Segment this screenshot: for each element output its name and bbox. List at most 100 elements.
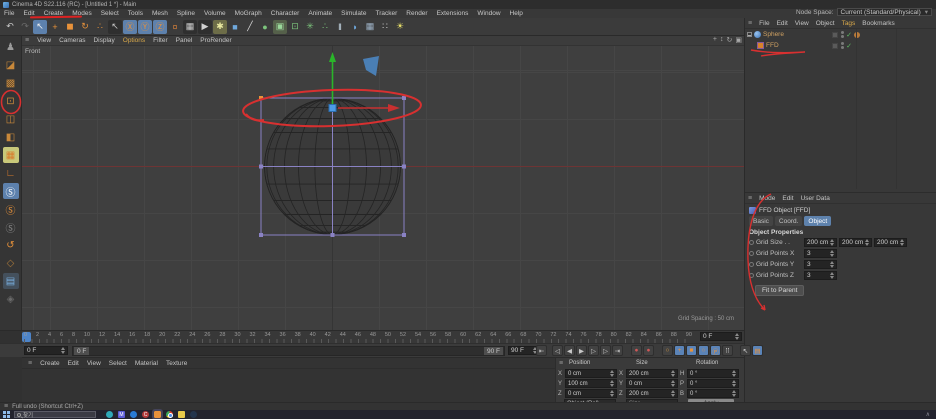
- rotation-h-field[interactable]: 0 °: [687, 369, 739, 378]
- symmetry-icon[interactable]: ‖: [333, 20, 347, 34]
- spinner[interactable]: [829, 272, 834, 279]
- attribute-menu-item[interactable]: User Data: [801, 195, 830, 202]
- viewport-menu-item[interactable]: Filter: [153, 37, 167, 44]
- object-name[interactable]: Sphere: [763, 31, 784, 38]
- magnet-icon[interactable]: ↺: [3, 237, 19, 253]
- viewport-menu-item[interactable]: ProRender: [200, 37, 231, 44]
- mesh-check-icon[interactable]: ◇: [3, 255, 19, 271]
- rotation-b-field[interactable]: 0 °: [687, 389, 739, 398]
- viewport-menu-item[interactable]: View: [37, 37, 51, 44]
- array-grid-icon[interactable]: ▦: [363, 20, 377, 34]
- keyframe-dot-icon[interactable]: [749, 262, 754, 267]
- object-name[interactable]: FFD: [766, 42, 779, 49]
- taskbar-app-cinema4d-icon[interactable]: [152, 409, 163, 419]
- spinner[interactable]: [864, 239, 869, 246]
- menu-item[interactable]: Spline: [177, 10, 195, 17]
- menu-item[interactable]: Window: [477, 10, 500, 17]
- model-mode-icon[interactable]: ◪: [3, 57, 19, 73]
- timeline-end-field[interactable]: 0 F: [700, 332, 742, 341]
- z-axis-lock-icon[interactable]: Ⓩ: [153, 19, 167, 34]
- scale-tool-icon[interactable]: ◼: [63, 20, 77, 34]
- size-x-field[interactable]: 200 cm: [626, 369, 678, 378]
- taskbar-tray[interactable]: ∧: [926, 411, 930, 418]
- taskbar-app-explorer-icon[interactable]: [178, 411, 185, 418]
- light-icon[interactable]: ☀: [393, 20, 407, 34]
- material-menu-item[interactable]: Texture: [166, 360, 187, 367]
- spinner[interactable]: [899, 239, 904, 246]
- primitive-cube-icon[interactable]: ■: [228, 20, 242, 34]
- menu-item[interactable]: Character: [271, 10, 300, 17]
- grid-size-z-field[interactable]: 200 cm: [874, 238, 907, 247]
- menu-item[interactable]: Help: [510, 10, 523, 17]
- attribute-menu-icon[interactable]: ≡: [748, 195, 752, 202]
- last-tool-icon[interactable]: ↖: [108, 19, 122, 34]
- undo-icon[interactable]: ↶: [3, 20, 17, 34]
- object-manager-menu-item[interactable]: View: [795, 20, 809, 27]
- collapse-icon[interactable]: [747, 32, 752, 37]
- keyframe-dot-icon[interactable]: [749, 240, 754, 245]
- taskbar-app-blue-icon[interactable]: [130, 411, 137, 418]
- menu-item[interactable]: Mesh: [152, 10, 168, 17]
- keyframe-dot-icon[interactable]: [749, 273, 754, 278]
- snap-icon[interactable]: Ⓢ: [2, 183, 19, 199]
- menu-item[interactable]: Animate: [308, 10, 332, 17]
- key-scale-button[interactable]: ■: [686, 345, 697, 356]
- redo-icon[interactable]: ↷: [18, 20, 32, 34]
- workplane-icon[interactable]: ∟: [3, 165, 19, 181]
- object-manager-menu-item[interactable]: Bookmarks: [862, 20, 895, 27]
- autokey-button[interactable]: ●: [643, 345, 654, 356]
- goto-start-button[interactable]: ⇤: [536, 345, 547, 356]
- viewport-menu-item[interactable]: Panel: [176, 37, 193, 44]
- material-menu-item[interactable]: Material: [135, 360, 158, 367]
- start-button[interactable]: [3, 411, 10, 418]
- rotate-view-icon[interactable]: ↻: [727, 36, 733, 44]
- generators-icon[interactable]: ●: [258, 20, 272, 34]
- attribute-menu-item[interactable]: Mode: [759, 195, 775, 202]
- taskbar-app-edge-icon[interactable]: [106, 411, 113, 418]
- play-button[interactable]: ▶: [576, 345, 587, 356]
- render-view-icon[interactable]: ▦: [183, 19, 197, 34]
- grid-size-y-field[interactable]: 200 cm: [839, 238, 872, 247]
- phong-tag-icon[interactable]: [854, 31, 860, 38]
- solo-button[interactable]: ↖: [740, 345, 751, 356]
- keyframe-selection-button[interactable]: ○: [662, 345, 673, 356]
- material-menu-item[interactable]: Create: [40, 360, 60, 367]
- menu-item[interactable]: Simulate: [341, 10, 366, 17]
- snap-off-icon[interactable]: Ⓢ: [3, 219, 19, 235]
- coordinates-menu-icon[interactable]: ≡: [559, 360, 563, 367]
- y-axis-lock-icon[interactable]: Ⓨ: [138, 19, 152, 34]
- timeline-ruler[interactable]: 0 2 4 6 8 10 12 14 16 18 20 22 24 26 28 30 32 34 36 38 40 42 4…: [0, 330, 744, 344]
- viewport-menu-icon[interactable]: ≡: [25, 37, 29, 44]
- ffd-cage[interactable]: [260, 97, 405, 236]
- object-manager-menu-item[interactable]: Edit: [777, 20, 788, 27]
- size-z-field[interactable]: 200 cm: [626, 389, 678, 398]
- goto-end-button[interactable]: ⇥: [612, 345, 623, 356]
- taskbar-app-c-icon[interactable]: C: [142, 411, 149, 418]
- tray-chevron-icon[interactable]: ∧: [926, 411, 930, 418]
- taskbar-search-input[interactable]: 찾기: [14, 411, 96, 419]
- spinner[interactable]: [829, 261, 834, 268]
- layer-chip[interactable]: [832, 31, 839, 38]
- spinner[interactable]: [734, 333, 739, 340]
- menu-item[interactable]: Select: [101, 10, 119, 17]
- attribute-menu-item[interactable]: Edit: [782, 195, 793, 202]
- key-parameter-button[interactable]: Ⓟ: [710, 345, 721, 356]
- next-key-button[interactable]: ▷: [600, 345, 611, 356]
- position-x-field[interactable]: 0 cm: [565, 369, 617, 378]
- viewport-canvas[interactable]: Front Grid Spacing : 50 cm: [22, 46, 744, 330]
- taskbar-app-dark-icon[interactable]: [190, 411, 197, 418]
- keyframe-dot-icon[interactable]: [749, 251, 754, 256]
- current-frame-field[interactable]: 0 F: [24, 346, 68, 355]
- menu-item[interactable]: Volume: [204, 10, 226, 17]
- volume-icon[interactable]: ⊡: [288, 20, 302, 34]
- grid-points-x-field[interactable]: 3: [804, 249, 837, 258]
- menu-item[interactable]: Render: [406, 10, 427, 17]
- camera-icon[interactable]: ◗: [348, 20, 362, 34]
- tab-basic[interactable]: Basic: [749, 216, 773, 226]
- next-frame-button[interactable]: ▷: [588, 345, 599, 356]
- key-position-button[interactable]: +: [674, 345, 685, 356]
- key-rotation-button[interactable]: ○: [698, 345, 709, 356]
- enabled-check-icon[interactable]: ✓: [846, 31, 852, 39]
- make-editable-icon[interactable]: ♟: [3, 39, 19, 55]
- range-end-handle[interactable]: 90 F: [483, 347, 503, 355]
